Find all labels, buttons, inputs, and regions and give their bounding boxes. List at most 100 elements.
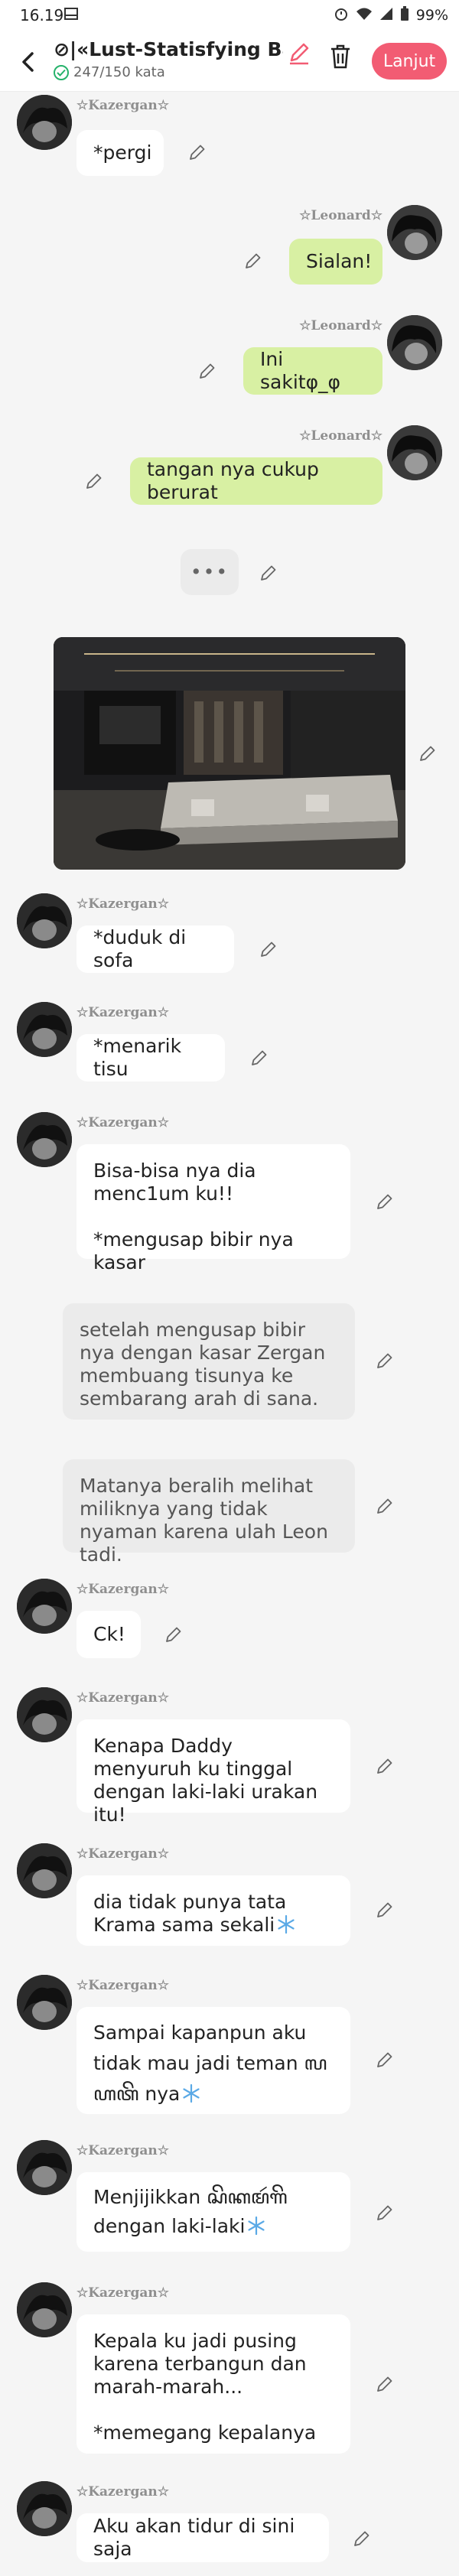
edit-message-button[interactable] (375, 2050, 395, 2070)
message-bubble[interactable]: Sampai kapanpun aku tidak mau jadi teman… (76, 2007, 350, 2114)
edit-message-button[interactable] (375, 1900, 395, 1920)
avatar[interactable] (17, 1112, 72, 1167)
pencil-icon (377, 2376, 392, 2392)
avatar[interactable] (17, 1002, 72, 1057)
message-text: *duduk di sofa (93, 926, 193, 971)
character-name: ☆Kazergan☆ (76, 1115, 169, 1130)
pencil-icon (377, 1758, 392, 1774)
check-circle-icon (54, 64, 69, 80)
pencil-icon (261, 565, 276, 581)
back-button[interactable] (17, 47, 40, 76)
battery-icon (400, 6, 409, 24)
message-bubble[interactable]: Sialan! (289, 239, 382, 285)
living-room-image (54, 637, 405, 870)
character-name: ☆Kazergan☆ (76, 98, 169, 113)
edit-message-button[interactable] (375, 2203, 395, 2223)
pencil-icon (377, 1902, 392, 1917)
pencil-icon (246, 253, 261, 268)
message-bubble[interactable]: *pergi (76, 130, 164, 176)
notification-icon (63, 6, 80, 23)
message-bubble[interactable]: tangan nya cukup berurat (130, 457, 382, 505)
pencil-icon (377, 1353, 392, 1368)
pencil-icon (166, 1627, 181, 1642)
delete-button[interactable] (327, 43, 353, 70)
message-bubble[interactable]: Bisa-bisa nya dia menc1um ku!! *mengusap… (76, 1144, 350, 1273)
pencil-icon (200, 363, 215, 379)
avatar[interactable] (17, 2481, 72, 2536)
message-bubble[interactable]: Menjijikkan ꦱꦼꦏꦩꦂꦒꦼ dengan laki-laki (76, 2172, 350, 2252)
word-count: 247/150 kata (54, 64, 165, 80)
edit-message-button[interactable] (352, 2529, 372, 2548)
message-bubble[interactable]: Aku akan tidur di sini saja (76, 2513, 329, 2562)
message-bubble[interactable]: Ini sakitφ_φ (243, 347, 382, 395)
message-text: setelah mengusap bibir nya dengan kasar … (80, 1319, 332, 1410)
avatar[interactable] (17, 1687, 72, 1742)
avatar[interactable] (17, 2140, 72, 2195)
avatar[interactable] (17, 2282, 72, 2337)
message-text: ••• (190, 561, 230, 583)
app-bar: ⊘|«Lust-Statisfying Badm... 247/150 kata… (0, 32, 459, 92)
edit-message-button[interactable] (243, 251, 263, 271)
message-text: tangan nya cukup berurat (147, 458, 325, 503)
message-bubble[interactable]: Kepala ku jadi pusing karena terbangun d… (76, 2314, 350, 2454)
avatar[interactable] (387, 425, 442, 480)
avatar[interactable] (17, 1843, 72, 1898)
avatar[interactable] (17, 95, 72, 150)
trash-icon (331, 44, 350, 69)
pencil-icon (377, 2205, 392, 2220)
word-count-text: 247/150 kata (73, 64, 165, 80)
pencil-icon (420, 746, 435, 761)
edit-message-button[interactable] (375, 1192, 395, 1212)
message-bubble[interactable]: Kenapa Daddy menyuruh ku tinggal dengan … (76, 1719, 350, 1826)
message-text: Kepala ku jadi pusing karena terbangun d… (93, 2330, 317, 2444)
status-time: 16.19 (20, 6, 64, 24)
pencil-icon (190, 145, 205, 160)
edit-message-button[interactable] (259, 939, 278, 959)
status-bar: 16.19 99% (0, 0, 459, 32)
image-message[interactable] (54, 637, 405, 870)
avatar[interactable] (387, 315, 442, 370)
character-name: ☆Leonard☆ (299, 318, 382, 333)
avatar[interactable] (387, 205, 442, 260)
edit-message-button[interactable] (375, 1496, 395, 1516)
message-text: *menarik tisu (93, 1035, 188, 1080)
edit-message-button[interactable] (164, 1625, 184, 1644)
story-title[interactable]: ⊘|«Lust-Statisfying Badm... (54, 38, 283, 60)
avatar[interactable] (17, 1579, 72, 1634)
avatar[interactable] (17, 893, 72, 948)
narration-bubble[interactable]: setelah mengusap bibir nya dengan kasar … (63, 1303, 355, 1420)
edit-message-button[interactable] (418, 743, 438, 763)
character-name: ☆Kazergan☆ (76, 896, 169, 912)
edit-message-button[interactable] (197, 361, 217, 381)
edit-message-button[interactable] (375, 1351, 395, 1371)
edit-message-button[interactable] (187, 142, 207, 162)
edit-message-button[interactable] (249, 1048, 269, 1068)
message-text: Sialan! (306, 250, 373, 272)
edit-title-button[interactable] (286, 40, 312, 66)
pencil-icon (290, 43, 309, 65)
message-text: Sampai kapanpun aku tidak mau jadi teman… (93, 2021, 327, 2105)
edit-message-button[interactable] (375, 1756, 395, 1776)
message-text: dia tidak punya tata Krama sama sekali (93, 1891, 293, 1936)
snowflake-icon (181, 2082, 201, 2103)
avatar[interactable] (17, 1975, 72, 2030)
pencil-icon (377, 2052, 392, 2067)
character-name: ☆Leonard☆ (299, 208, 382, 223)
message-text: Ini sakitφ_φ (260, 348, 341, 393)
edit-message-button[interactable] (259, 563, 278, 583)
message-text: Bisa-bisa nya dia menc1um ku!! *mengusap… (93, 1160, 294, 1273)
message-bubble[interactable]: *duduk di sofa (76, 925, 234, 973)
next-button[interactable]: Lanjut (372, 43, 447, 80)
character-name: ☆Kazergan☆ (76, 1582, 169, 1597)
narration-bubble[interactable]: Matanya beralih melihat miliknya yang ti… (63, 1459, 355, 1566)
message-text: Matanya beralih melihat miliknya yang ti… (80, 1475, 334, 1566)
message-bubble[interactable]: Ck! (76, 1611, 141, 1658)
battery-level: 99% (415, 7, 448, 24)
message-text: Aku akan tidur di sini saja (93, 2515, 301, 2560)
message-bubble[interactable]: *menarik tisu (76, 1034, 225, 1081)
edit-message-button[interactable] (84, 471, 104, 491)
message-bubble[interactable]: dia tidak punya tata Krama sama sekali (76, 1875, 350, 1946)
character-name: ☆Kazergan☆ (76, 1846, 169, 1862)
edit-message-button[interactable] (375, 2374, 395, 2394)
typing-indicator[interactable]: ••• (181, 549, 239, 595)
